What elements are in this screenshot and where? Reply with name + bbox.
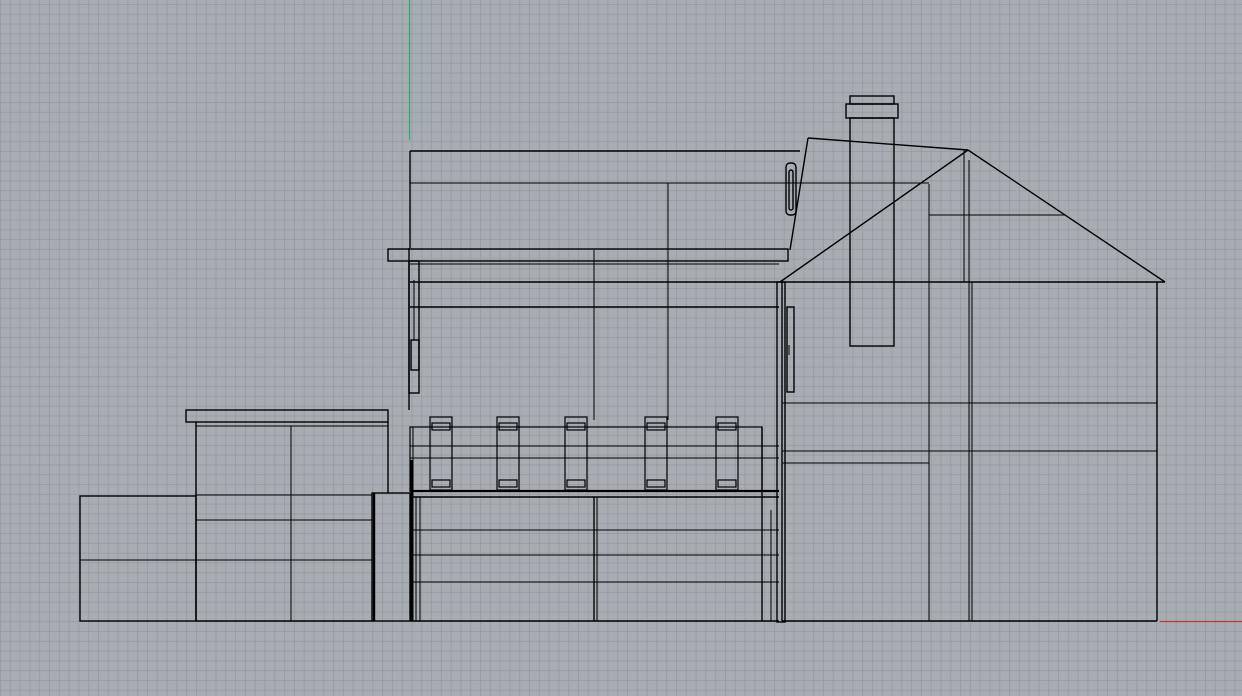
- far-left-shed: [79, 495, 197, 622]
- chimney: [845, 95, 899, 347]
- main-gable-house: [779, 137, 1166, 622]
- porch-railing: [409, 426, 779, 493]
- lower-porch-wall: [371, 427, 779, 622]
- left-wing-annex: [185, 409, 389, 622]
- upper-rear-roof: [408, 150, 929, 410]
- porch-column: [644, 416, 668, 491]
- wireframe-drawing[interactable]: [0, 0, 1242, 696]
- porch-roof: [387, 248, 795, 623]
- porch-columns: [429, 416, 739, 491]
- porch-column: [496, 416, 520, 491]
- rhino-viewport[interactable]: [0, 0, 1242, 696]
- porch-column: [715, 416, 739, 491]
- porch-column: [564, 416, 588, 491]
- porch-column: [429, 416, 453, 491]
